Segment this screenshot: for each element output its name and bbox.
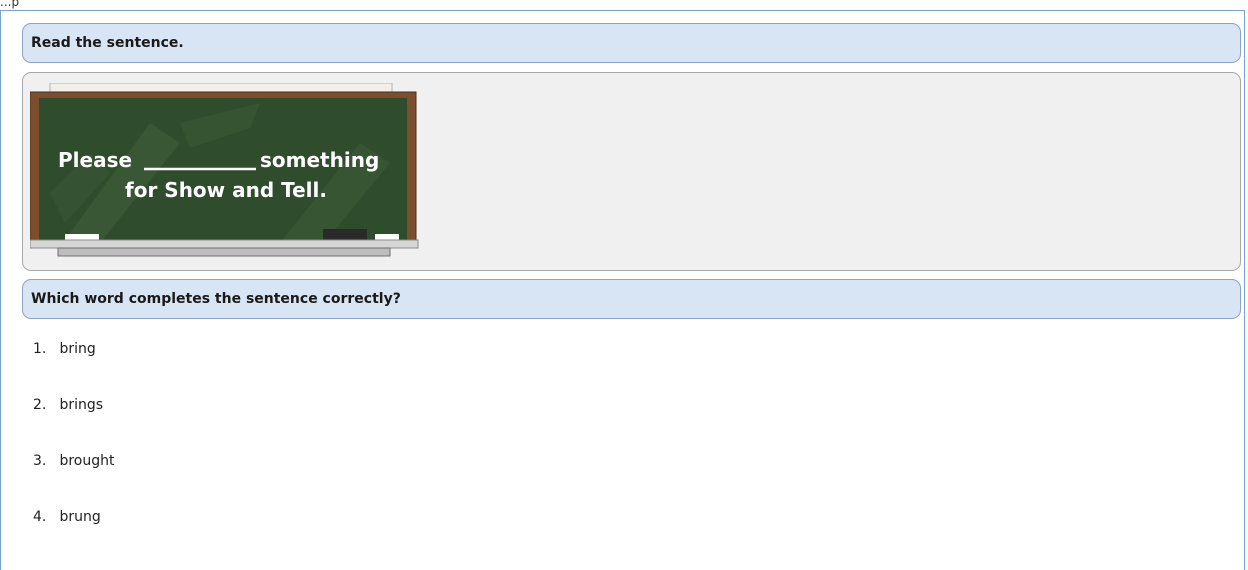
answer-options: 1. bring 2. brings 3. brought 4. brung: [33, 340, 114, 564]
option-3[interactable]: 3. brought: [33, 452, 114, 508]
question-bar: Which word completes the sentence correc…: [22, 279, 1241, 319]
chalk-line1-start: Please: [58, 148, 132, 172]
option-label: brings: [59, 397, 104, 413]
cropped-header-text: ...p: [0, 0, 20, 9]
option-2[interactable]: 2. brings: [33, 396, 114, 452]
option-label: brung: [59, 509, 101, 525]
stimulus-box: Please something for Show and Tell.: [22, 72, 1241, 271]
option-label: bring: [59, 341, 96, 357]
option-number: 3.: [33, 453, 47, 469]
prompt-text: Read the sentence.: [31, 35, 184, 51]
option-number: 2.: [33, 397, 47, 413]
option-number: 1.: [33, 341, 47, 357]
option-1[interactable]: 1. bring: [33, 340, 114, 396]
chalkboard-image: Please something for Show and Tell.: [30, 83, 419, 257]
question-text: Which word completes the sentence correc…: [31, 291, 401, 307]
chalk-line2: for Show and Tell.: [125, 178, 327, 202]
prompt-bar: Read the sentence.: [22, 23, 1241, 63]
option-number: 4.: [33, 509, 47, 525]
option-label: brought: [59, 453, 115, 469]
chalk-line1-end: something: [260, 148, 379, 172]
